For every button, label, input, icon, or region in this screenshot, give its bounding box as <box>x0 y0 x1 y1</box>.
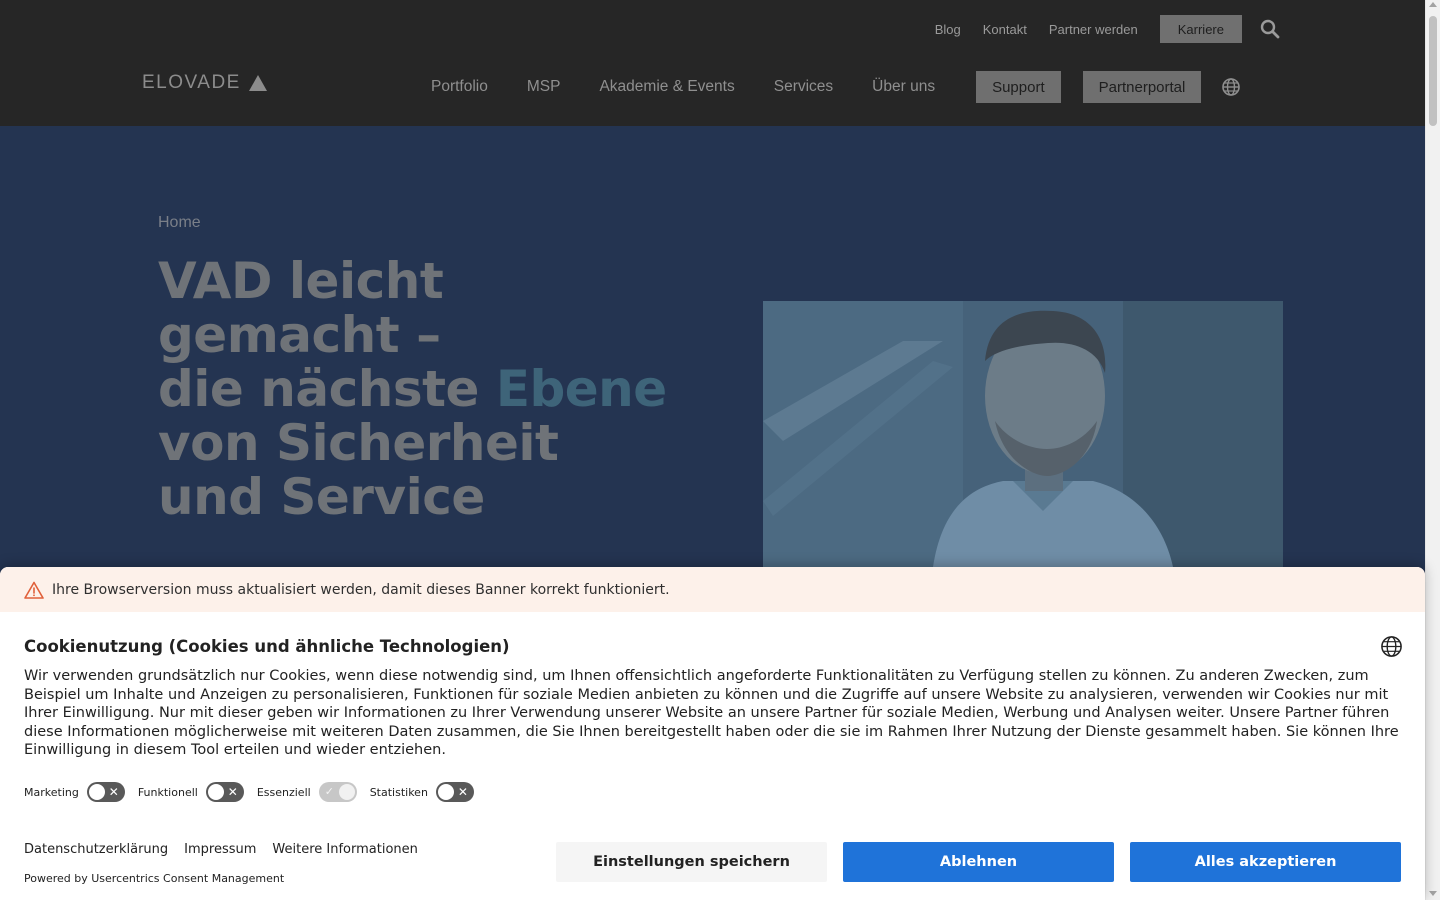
essenziell-switch: ✓ <box>318 782 357 802</box>
cookie-title: Cookienutzung (Cookies und ähnliche Tech… <box>24 637 510 656</box>
language-globe-icon[interactable] <box>1380 635 1403 658</box>
scroll-thumb[interactable] <box>1429 16 1437 126</box>
cookie-description: Wir verwenden grundsätzlich nur Cookies,… <box>24 668 1399 759</box>
toggle-essenziell: Essenziell ✓ <box>257 782 357 802</box>
check-icon: ✓ <box>324 785 334 798</box>
cookie-links: Datenschutzerklärung Impressum Weitere I… <box>24 842 434 857</box>
link-weitere-informationen[interactable]: Weitere Informationen <box>272 842 417 857</box>
browser-warning-bar: Ihre Browserversion muss aktualisiert we… <box>0 567 1425 612</box>
link-datenschutzerklaerung[interactable]: Datenschutzerklärung <box>24 842 168 857</box>
scroll-up-arrow-icon[interactable] <box>1429 2 1437 7</box>
deny-button[interactable]: Ablehnen <box>843 842 1114 882</box>
toggle-label-funktionell: Funktionell <box>137 785 198 799</box>
warning-icon <box>24 581 44 599</box>
statistiken-switch[interactable]: ✕ <box>435 782 474 802</box>
close-icon: ✕ <box>108 785 119 799</box>
close-icon: ✕ <box>457 785 468 799</box>
cookie-consent-banner: Ihre Browserversion muss aktualisiert we… <box>0 567 1425 900</box>
close-icon: ✕ <box>227 785 238 799</box>
toggle-funktionell: Funktionell ✕ <box>138 782 244 802</box>
page-scrollbar[interactable] <box>1425 0 1440 900</box>
save-settings-button[interactable]: Einstellungen speichern <box>556 842 827 882</box>
marketing-switch[interactable]: ✕ <box>86 782 125 802</box>
powered-by-text: Powered by Usercentrics Consent Manageme… <box>24 872 285 885</box>
link-impressum[interactable]: Impressum <box>184 842 256 857</box>
toggle-statistiken: Statistiken ✕ <box>370 782 474 802</box>
toggle-label-statistiken: Statistiken <box>369 785 428 799</box>
toggle-label-marketing: Marketing <box>24 785 79 799</box>
toggle-label-essenziell: Essenziell <box>256 785 311 799</box>
toggle-marketing: Marketing ✕ <box>24 782 125 802</box>
accept-all-button[interactable]: Alles akzeptieren <box>1130 842 1401 882</box>
consent-toggles: Marketing ✕ Funktionell ✕ Essenziell ✓ S… <box>24 781 487 803</box>
funktionell-switch[interactable]: ✕ <box>205 782 244 802</box>
scroll-down-arrow-icon[interactable] <box>1429 891 1437 896</box>
browser-warning-text: Ihre Browserversion muss aktualisiert we… <box>52 581 670 598</box>
